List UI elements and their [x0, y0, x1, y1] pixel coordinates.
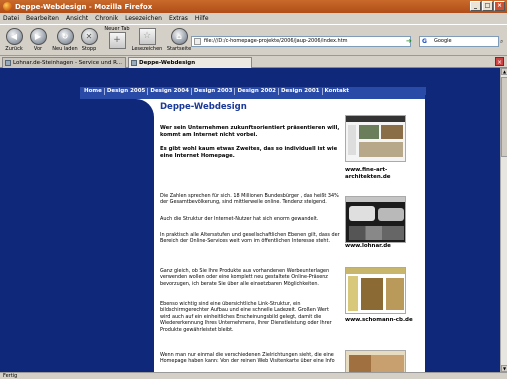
stop-icon: ✕	[80, 28, 98, 45]
url-bar[interactable]: file:///D:/c-homepage-projekte/2006/jaup…	[191, 36, 411, 47]
left-decor-strip	[80, 99, 154, 372]
back-arrow-icon: ◀	[5, 28, 23, 45]
url-text: file:///D:/c-homepage-projekte/2006/jaup…	[204, 38, 348, 44]
page-viewport: Home Design 2005 Design 2004 Design 2003…	[0, 68, 500, 372]
site-nav-design-2003[interactable]: Design 2003	[192, 87, 236, 95]
new-tab-icon: +	[108, 32, 126, 49]
reference-screenshot-fine-art[interactable]	[345, 115, 406, 162]
reference-caption[interactable]: www.schomann-cb.de	[345, 317, 420, 324]
menu-lesezeichen[interactable]: Lesezeichen	[125, 15, 162, 22]
intro-text: Wer sein Unternehmen zukunftsorientiert …	[160, 125, 340, 167]
site-nav-design-2002[interactable]: Design 2002	[235, 87, 279, 95]
scroll-down-icon[interactable]: ▼	[501, 365, 507, 372]
body-paragraph: In praktisch alle Altersstufen und gesel…	[160, 232, 340, 245]
forward-arrow-icon: ▶	[29, 28, 47, 45]
bookmarks-button[interactable]: ☆ Lesezeichen	[131, 28, 163, 52]
reference-caption[interactable]: www.fine-art-architekten.de	[345, 167, 420, 180]
reload-icon: ↻	[56, 28, 74, 45]
reference-screenshot-lohnar[interactable]	[345, 196, 406, 243]
menu-chronik[interactable]: Chronik	[95, 15, 118, 22]
new-tab-button[interactable]: Neuer Tab +	[104, 26, 130, 50]
site-nav-design-2001[interactable]: Design 2001	[279, 87, 323, 95]
reload-button[interactable]: ↻ Neu laden	[52, 28, 78, 52]
body-paragraph: Die Zahlen sprechen für sich. 18 Million…	[160, 193, 339, 206]
body-paragraph: Auch die Struktur der Internet-Nutzer ha…	[160, 216, 319, 222]
close-tab-icon[interactable]: ×	[495, 57, 504, 66]
menu-extras[interactable]: Extras	[169, 15, 188, 22]
status-bar: Fertig	[0, 372, 507, 379]
tab-label: Deppe-Webdesign	[139, 60, 196, 66]
back-button[interactable]: ◀ Zurück	[1, 28, 27, 52]
site-nav-kontakt[interactable]: Kontakt	[323, 88, 352, 95]
scroll-thumb[interactable]	[501, 77, 507, 157]
menu-ansicht[interactable]: Ansicht	[66, 15, 88, 22]
site-navigation: Home Design 2005 Design 2004 Design 2003…	[80, 87, 426, 95]
minimize-button[interactable]: _	[470, 1, 481, 11]
search-placeholder: Google	[434, 38, 452, 44]
google-icon: G	[422, 38, 427, 45]
page-icon	[194, 38, 201, 45]
stop-button[interactable]: ✕ Stopp	[76, 28, 102, 52]
reload-label: Neu laden	[52, 46, 78, 52]
forward-button[interactable]: ▶ Vor	[25, 28, 51, 52]
home-icon: ⌂	[170, 28, 188, 45]
reference-caption[interactable]: www.lohnar.de	[345, 243, 420, 250]
tab-favicon-icon	[131, 60, 137, 66]
tab-favicon-icon	[5, 60, 11, 66]
reference-screenshot-partial[interactable]	[345, 350, 406, 372]
body-paragraph: Ebenso wichtig sind eine übersichtliche …	[160, 301, 332, 333]
search-input[interactable]: G Google	[419, 36, 499, 47]
body-paragraph: Wenn man nur einmal die verschiedenen Zi…	[160, 352, 335, 365]
maximize-button[interactable]: □	[482, 1, 493, 11]
site-nav-design-2004[interactable]: Design 2004	[148, 87, 192, 95]
window-title: Deppe-Webdesign - Mozilla Firefox	[15, 2, 153, 11]
menu-bar: Datei Bearbeiten Ansicht Chronik Lesezei…	[0, 13, 507, 24]
home-label: Startseite	[166, 46, 192, 52]
bookmarks-star-icon: ☆	[138, 28, 156, 45]
back-label: Zurück	[5, 46, 23, 52]
tab-label: Lohnar.de-Steinhagen - Service und R...	[13, 60, 122, 66]
site-nav-home[interactable]: Home	[82, 87, 105, 95]
vertical-scrollbar[interactable]: ▲ ▼	[500, 68, 507, 372]
tab-strip: Lohnar.de-Steinhagen - Service und R... …	[0, 56, 507, 68]
body-paragraph: Ganz gleich, ob Sie Ihre Produkte aus vo…	[160, 268, 330, 287]
right-decor-strip	[425, 95, 430, 372]
menu-bearbeiten[interactable]: Bearbeiten	[26, 15, 59, 22]
menu-datei[interactable]: Datei	[3, 15, 19, 22]
tab-deppe-webdesign[interactable]: Deppe-Webdesign	[128, 57, 252, 68]
tab-lohnar[interactable]: Lohnar.de-Steinhagen - Service und R...	[2, 57, 126, 68]
go-arrow-icon[interactable]: ➔	[406, 36, 415, 47]
stop-label: Stopp	[81, 46, 97, 52]
forward-label: Vor	[33, 46, 43, 52]
new-tab-label: Neuer Tab	[104, 26, 130, 32]
status-text: Fertig	[3, 373, 18, 379]
scroll-up-icon[interactable]: ▲	[501, 68, 507, 75]
intro-paragraph: Wer sein Unternehmen zukunftsorientiert …	[160, 125, 340, 138]
reference-screenshot-schomann[interactable]	[345, 267, 406, 314]
window-titlebar[interactable]: Deppe-Webdesign - Mozilla Firefox _ □ ×	[0, 0, 507, 13]
home-button[interactable]: ⌂ Startseite	[164, 28, 194, 52]
menu-hilfe[interactable]: Hilfe	[195, 15, 209, 22]
search-icon[interactable]: ⌕	[500, 36, 503, 47]
close-button[interactable]: ×	[494, 1, 505, 11]
firefox-icon	[3, 2, 12, 11]
intro-paragraph: Es gibt wohl kaum etwas Zweites, das so …	[160, 146, 338, 159]
navigation-toolbar: ◀ Zurück ▶ Vor ↻ Neu laden ✕ Stopp Neuer…	[0, 24, 507, 56]
bookmarks-label: Lesezeichen	[131, 46, 163, 52]
page-title: Deppe-Webdesign	[160, 102, 247, 112]
site-nav-design-2005[interactable]: Design 2005	[105, 87, 149, 95]
